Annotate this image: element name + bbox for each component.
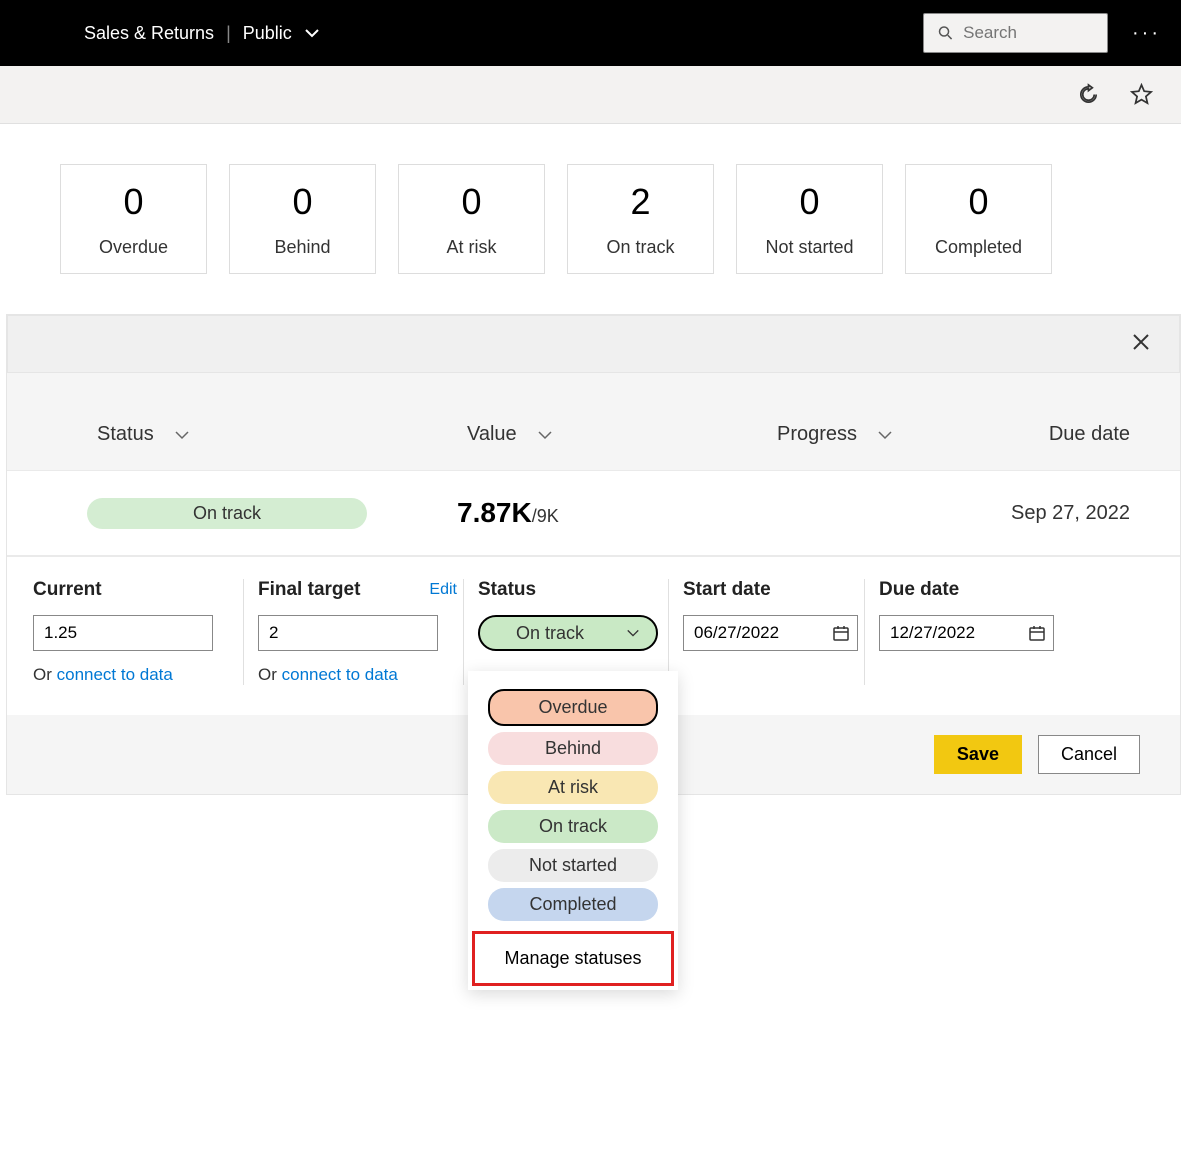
status-card-overdue[interactable]: 0 Overdue xyxy=(60,164,207,274)
calendar-icon[interactable] xyxy=(832,624,850,642)
start-date-label: Start date xyxy=(683,579,858,601)
sub-header xyxy=(0,66,1181,124)
column-label: Due date xyxy=(1049,423,1130,446)
search-input[interactable] xyxy=(963,23,1093,43)
connect-to-data-link[interactable]: connect to data xyxy=(282,665,398,684)
card-label: On track xyxy=(606,237,674,258)
top-header: Sales & Returns | Public ··· xyxy=(0,0,1181,66)
status-cell: On track xyxy=(87,498,457,529)
search-icon xyxy=(938,24,953,42)
final-target-help: Or connect to data xyxy=(258,665,457,685)
cancel-button[interactable]: Cancel xyxy=(1038,735,1140,774)
current-input[interactable] xyxy=(33,615,213,651)
dropdown-item-at-risk[interactable]: At risk xyxy=(488,771,658,804)
or-text: Or xyxy=(33,665,57,684)
form-cell-status: Status On track Overdue Behind At risk O… xyxy=(463,579,668,685)
chevron-down-icon xyxy=(877,430,893,440)
status-label: Status xyxy=(478,579,662,601)
value-denominator: /9K xyxy=(532,506,559,526)
column-progress[interactable]: Progress xyxy=(777,423,987,446)
header-actions: ··· xyxy=(923,13,1161,53)
chevron-down-icon xyxy=(304,25,320,41)
status-cards-row: 0 Overdue 0 Behind 0 At risk 2 On track … xyxy=(0,124,1181,314)
card-label: Not started xyxy=(765,237,853,258)
card-count: 0 xyxy=(968,181,988,223)
final-target-label: Final target Edit xyxy=(258,579,457,601)
dropdown-item-not-started[interactable]: Not started xyxy=(488,849,658,882)
dropdown-item-behind[interactable]: Behind xyxy=(488,732,658,765)
card-label: Behind xyxy=(274,237,330,258)
status-card-not-started[interactable]: 0 Not started xyxy=(736,164,883,274)
current-help: Or connect to data xyxy=(33,665,237,685)
search-box[interactable] xyxy=(923,13,1108,53)
form-cell-start-date: Start date xyxy=(668,579,864,685)
card-label: Completed xyxy=(935,237,1022,258)
due-date-label: Due date xyxy=(879,579,1054,601)
detail-panel: Status Value Progress Due date On track … xyxy=(6,314,1181,795)
more-button[interactable]: ··· xyxy=(1132,22,1161,45)
status-card-on-track[interactable]: 2 On track xyxy=(567,164,714,274)
refresh-icon[interactable] xyxy=(1077,83,1100,106)
column-status[interactable]: Status xyxy=(97,423,467,446)
status-pill: On track xyxy=(87,498,367,529)
status-dropdown: Overdue Behind At risk On track Not star… xyxy=(468,671,678,990)
status-card-at-risk[interactable]: 0 At risk xyxy=(398,164,545,274)
value-main: 7.87K xyxy=(457,497,532,528)
dropdown-manage-statuses[interactable]: Manage statuses xyxy=(472,931,674,986)
column-due-date[interactable]: Due date xyxy=(987,423,1130,446)
status-card-behind[interactable]: 0 Behind xyxy=(229,164,376,274)
column-label: Value xyxy=(467,423,517,446)
card-count: 2 xyxy=(630,181,650,223)
final-target-label-text: Final target xyxy=(258,579,360,601)
form-cell-due-date: Due date xyxy=(864,579,1060,685)
workspace-title: Sales & Returns xyxy=(84,23,214,44)
chevron-down-icon xyxy=(174,430,190,440)
card-label: At risk xyxy=(446,237,496,258)
card-label: Overdue xyxy=(99,237,168,258)
edit-link[interactable]: Edit xyxy=(429,581,457,599)
form-cell-final-target: Final target Edit Or connect to data xyxy=(243,579,463,685)
chevron-down-icon xyxy=(537,430,553,440)
panel-body: Status Value Progress Due date On track … xyxy=(7,373,1180,794)
panel-header xyxy=(7,315,1180,373)
column-label: Status xyxy=(97,423,154,446)
card-count: 0 xyxy=(123,181,143,223)
card-count: 0 xyxy=(461,181,481,223)
columns-header-row: Status Value Progress Due date xyxy=(7,423,1180,470)
value-cell: 7.87K/9K xyxy=(457,497,767,529)
star-icon[interactable] xyxy=(1130,83,1153,106)
dropdown-item-on-track[interactable]: On track xyxy=(488,810,658,843)
save-button[interactable]: Save xyxy=(934,735,1022,774)
column-value[interactable]: Value xyxy=(467,423,777,446)
status-select-value: On track xyxy=(516,623,584,644)
close-icon xyxy=(1131,332,1151,352)
card-count: 0 xyxy=(799,181,819,223)
metric-row[interactable]: On track 7.87K/9K Sep 27, 2022 xyxy=(7,470,1180,556)
separator: | xyxy=(226,23,231,44)
current-label: Current xyxy=(33,579,237,601)
column-label: Progress xyxy=(777,423,857,446)
visibility-label: Public xyxy=(243,23,292,44)
status-select[interactable]: On track xyxy=(478,615,658,651)
status-card-completed[interactable]: 0 Completed xyxy=(905,164,1052,274)
close-button[interactable] xyxy=(1131,332,1151,357)
calendar-icon[interactable] xyxy=(1028,624,1046,642)
chevron-down-icon xyxy=(626,628,640,638)
card-count: 0 xyxy=(292,181,312,223)
dropdown-item-overdue[interactable]: Overdue xyxy=(488,689,658,726)
workspace-switcher[interactable]: Sales & Returns | Public xyxy=(84,23,320,44)
form-cell-current: Current Or connect to data xyxy=(33,579,243,685)
connect-to-data-link[interactable]: connect to data xyxy=(57,665,173,684)
edit-form: Current Or connect to data Final target … xyxy=(7,556,1180,715)
due-date-cell: Sep 27, 2022 xyxy=(977,502,1130,525)
or-text: Or xyxy=(258,665,282,684)
final-target-input[interactable] xyxy=(258,615,438,651)
dropdown-item-completed[interactable]: Completed xyxy=(488,888,658,921)
